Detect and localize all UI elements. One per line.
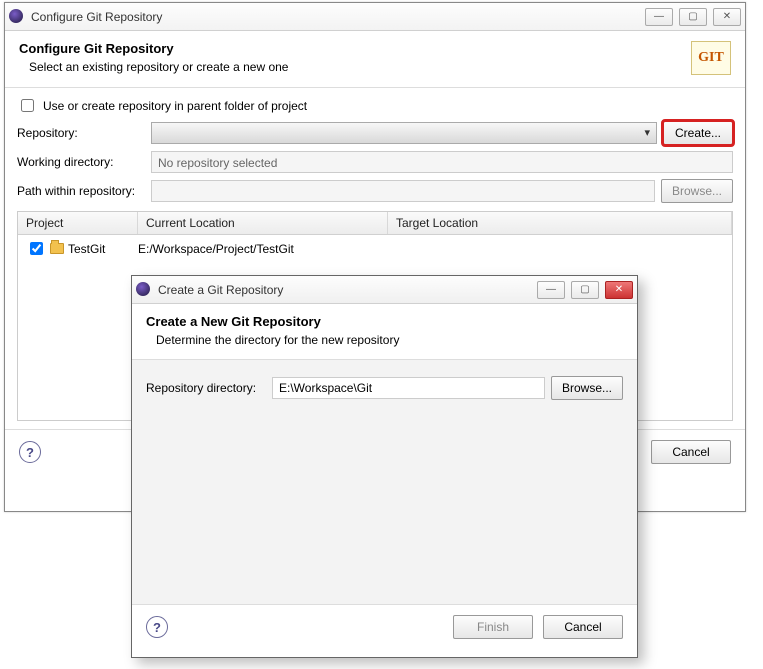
table-header: Project Current Location Target Location	[18, 212, 732, 235]
create-button[interactable]: Create...	[663, 121, 733, 145]
modal-content: Repository directory: Browse...	[132, 360, 637, 604]
col-target-location[interactable]: Target Location	[388, 212, 732, 234]
finish-button: Finish	[453, 615, 533, 639]
use-parent-folder-checkbox[interactable]	[21, 99, 34, 112]
create-git-repo-dialog: Create a Git Repository — ▢ ✕ Create a N…	[131, 275, 638, 658]
repo-directory-label: Repository directory:	[146, 381, 266, 395]
main-window-title: Configure Git Repository	[31, 10, 645, 24]
repo-directory-input[interactable]	[272, 377, 545, 399]
modal-browse-button[interactable]: Browse...	[551, 376, 623, 400]
repository-label: Repository:	[17, 126, 145, 140]
col-current-location[interactable]: Current Location	[138, 212, 388, 234]
working-directory-label: Working directory:	[17, 155, 145, 169]
folder-icon	[50, 243, 64, 254]
modal-minimize-button[interactable]: —	[537, 281, 565, 299]
row-current-location: E:/Workspace/Project/TestGit	[138, 242, 388, 256]
main-header: Configure Git Repository Select an exist…	[5, 31, 745, 88]
col-project[interactable]: Project	[18, 212, 138, 234]
modal-window-title: Create a Git Repository	[158, 283, 537, 297]
repository-combo[interactable]	[151, 122, 657, 144]
modal-titlebar[interactable]: Create a Git Repository — ▢ ✕	[132, 276, 637, 304]
git-logo-icon: GIT	[691, 41, 731, 75]
row-checkbox[interactable]	[30, 242, 43, 255]
path-within-repo-label: Path within repository:	[17, 184, 145, 198]
modal-close-button[interactable]: ✕	[605, 281, 633, 299]
working-directory-value: No repository selected	[151, 151, 733, 173]
modal-help-icon[interactable]: ?	[146, 616, 168, 638]
modal-cancel-button[interactable]: Cancel	[543, 615, 623, 639]
page-description: Select an existing repository or create …	[19, 60, 691, 74]
table-row[interactable]: TestGit E:/Workspace/Project/TestGit	[18, 235, 732, 262]
modal-footer: ? Finish Cancel	[132, 604, 637, 649]
modal-header: Create a New Git Repository Determine th…	[132, 304, 637, 360]
close-button[interactable]: ✕	[713, 8, 741, 26]
maximize-button[interactable]: ▢	[679, 8, 707, 26]
modal-maximize-button[interactable]: ▢	[571, 281, 599, 299]
minimize-button[interactable]: —	[645, 8, 673, 26]
modal-title: Create a New Git Repository	[146, 314, 623, 329]
help-icon[interactable]: ?	[19, 441, 41, 463]
row-project-name: TestGit	[68, 242, 105, 256]
path-within-repo-input[interactable]	[151, 180, 655, 202]
eclipse-icon	[9, 9, 25, 25]
main-titlebar[interactable]: Configure Git Repository — ▢ ✕	[5, 3, 745, 31]
eclipse-icon	[136, 282, 152, 298]
page-title: Configure Git Repository	[19, 41, 691, 56]
cancel-button[interactable]: Cancel	[651, 440, 731, 464]
modal-description: Determine the directory for the new repo…	[146, 333, 623, 347]
browse-path-button: Browse...	[661, 179, 733, 203]
use-parent-folder-label: Use or create repository in parent folde…	[43, 99, 307, 113]
